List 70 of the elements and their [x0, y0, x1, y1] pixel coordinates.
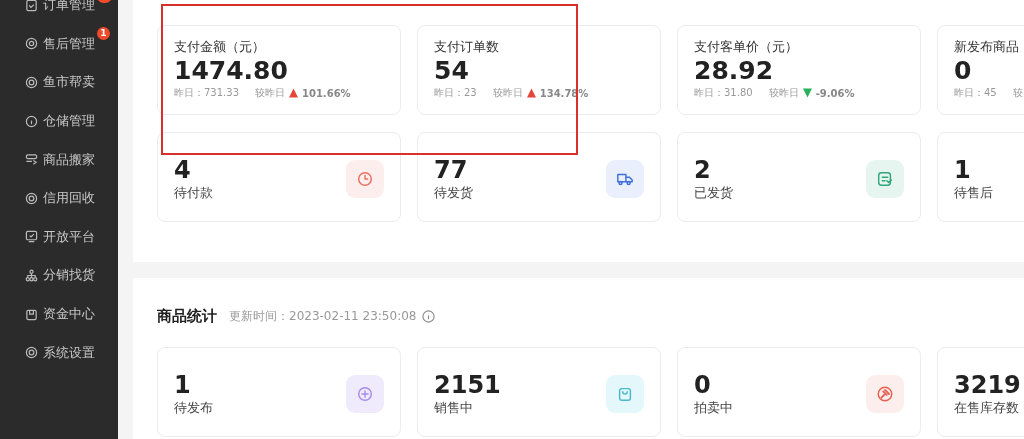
nav-item[interactable]: 售后管理 1	[25, 24, 111, 64]
count-value: 3219	[954, 371, 1021, 399]
document-icon	[25, 0, 38, 12]
nav-label: 系统设置	[43, 343, 95, 362]
count-label: 待售后	[954, 184, 993, 202]
nav-label: 信用回收	[43, 189, 95, 208]
truck-icon	[606, 160, 644, 198]
bag-icon	[606, 375, 644, 413]
change-percent: 101.66%	[302, 87, 351, 99]
count-value: 2	[694, 156, 712, 184]
count-label: 在售库存数	[954, 399, 1020, 417]
yesterday-value: 昨日：45	[954, 86, 997, 100]
compare-label: 较	[1012, 86, 1023, 100]
circle-icon	[25, 76, 38, 89]
metric-label: 支付金额（元）	[174, 38, 266, 56]
count-value: 77	[434, 156, 469, 184]
nav-item[interactable]: 开放平台	[25, 217, 111, 257]
clock-icon	[346, 160, 384, 198]
nav-item[interactable]: 资金中心	[25, 294, 111, 334]
nav-item[interactable]: 鱼市帮卖	[25, 63, 111, 102]
nav-item[interactable]: 商品搬家	[25, 140, 111, 179]
compare-label: 较昨日	[255, 86, 285, 100]
compare-label: 较昨日	[768, 86, 799, 100]
metric-label: 支付订单数	[434, 38, 500, 56]
metric-value: 1474.80	[174, 56, 289, 86]
nav-label: 开放平台	[43, 227, 95, 246]
count-label: 已发货	[694, 184, 733, 202]
nav-item[interactable]: 系统设置	[25, 333, 111, 372]
gavel-icon	[866, 375, 904, 413]
notification-badge: 1	[97, 26, 110, 40]
section-title: 商品统计	[157, 306, 217, 326]
info-icon[interactable]	[422, 309, 436, 323]
nav-label: 资金中心	[43, 305, 95, 324]
monitor-icon	[25, 230, 38, 244]
metric-value: 0	[954, 56, 973, 86]
metric-value: 54	[434, 56, 470, 86]
nav-item[interactable]: 信用回收	[25, 178, 111, 218]
nav-label: 售后管理	[43, 34, 95, 53]
circle-icon	[25, 346, 38, 360]
yesterday-value: 昨日：731.33	[174, 86, 239, 100]
circle-icon	[25, 191, 38, 205]
nav-item[interactable]: 仓储管理	[25, 101, 111, 141]
yesterday-value: 昨日：23	[434, 86, 477, 100]
yesterday-value: 昨日：31.80	[694, 86, 753, 100]
count-value: 1	[174, 371, 192, 399]
count-value: 2151	[434, 371, 501, 399]
nav-label: 商品搬家	[43, 150, 95, 169]
plus-icon	[346, 375, 384, 413]
count-value: 0	[694, 371, 712, 399]
change-percent: -9.06%	[815, 87, 855, 99]
count-value: 1	[954, 156, 972, 184]
nav-label: 仓储管理	[43, 112, 95, 131]
transfer-icon	[25, 153, 38, 167]
hierarchy-icon	[25, 268, 38, 282]
metric-label: 支付客单价（元）	[694, 38, 799, 56]
count-label: 销售中	[434, 399, 474, 417]
count-label: 待付款	[174, 184, 213, 202]
metric-label: 新发布商品	[954, 38, 1020, 56]
document-icon	[866, 160, 904, 198]
count-label: 待发布	[174, 399, 213, 417]
info-icon	[25, 114, 38, 128]
metric-value: 28.92	[694, 56, 775, 86]
nav-label: 分销找货	[43, 266, 95, 285]
count-value: 4	[174, 156, 192, 184]
nav-label: 鱼市帮卖	[43, 73, 95, 92]
update-time: 更新时间：2023-02-11 23:50:08	[229, 307, 417, 325]
count-label: 待发货	[434, 184, 473, 202]
compare-label: 较昨日	[492, 86, 523, 100]
count-label: 拍卖中	[694, 399, 733, 417]
nav-item[interactable]: 分销找货	[25, 256, 111, 295]
